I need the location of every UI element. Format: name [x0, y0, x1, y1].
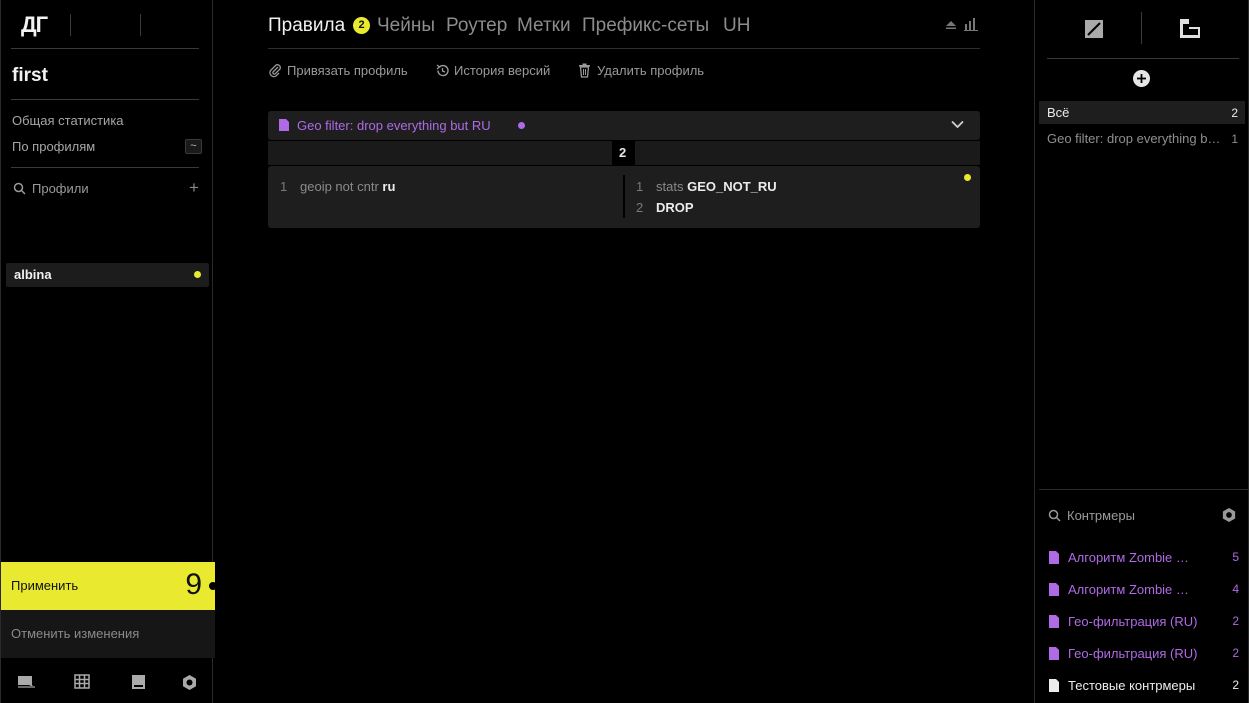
file-icon [1049, 551, 1059, 564]
layers-icon[interactable] [1179, 18, 1201, 39]
line-number: 1 [636, 179, 644, 194]
left-sidebar: ДГ first Общая статистика По профилям ~ … [0, 0, 215, 703]
filter-label: Всё [1047, 105, 1070, 120]
delete-profile-button[interactable]: Удалить профиль [597, 63, 704, 78]
rule-body[interactable]: 1 geoip not cntr ru 1 stats GEO_NOT_RU 2… [268, 166, 980, 228]
divider [11, 167, 199, 168]
divider [11, 99, 199, 100]
editor-icon[interactable] [1085, 20, 1103, 38]
file-icon [1049, 583, 1059, 596]
search-icon [13, 182, 26, 195]
status-dot [518, 122, 525, 129]
countermeasure-item[interactable]: Гео-фильтрация (RU) 2 [1047, 644, 1239, 664]
collapse-up-icon[interactable] [945, 20, 957, 30]
divider [1047, 58, 1239, 59]
filter-count: 1 [1231, 132, 1238, 146]
filter-all[interactable]: Всё 2 [1039, 101, 1245, 124]
settings-icon[interactable] [181, 674, 198, 691]
collapse-handle[interactable] [209, 582, 217, 590]
rule-title: Geo filter: drop everything but RU [297, 118, 491, 133]
file-icon [1049, 679, 1059, 692]
rule-header[interactable]: Geo filter: drop everything but RU [268, 111, 980, 140]
countermeasure-count: 2 [1232, 678, 1239, 692]
add-circle-button[interactable] [1133, 70, 1150, 87]
countermeasure-count: 2 [1232, 646, 1239, 660]
app-logo[interactable]: ДГ [21, 12, 48, 38]
tabs-divider [268, 48, 980, 49]
countermeasure-label: Алгоритм Zombie Ransomware [1068, 550, 1198, 565]
countermeasure-item[interactable]: Алгоритм Zombie Ransomware 4 [1047, 580, 1239, 600]
countermeasure-label: Тестовые контрмеры [1068, 678, 1196, 693]
tab-tags[interactable]: Метки [517, 15, 571, 37]
search-icon [1048, 509, 1061, 522]
cancel-label: Отменить изменения [11, 626, 140, 641]
file-icon [1049, 615, 1059, 628]
countermeasure-label: Алгоритм Zombie Ransomware [1068, 582, 1198, 597]
header-divider [70, 14, 71, 36]
tab-prefix-sets[interactable]: Префикс-сеты [582, 15, 709, 37]
divider [1039, 489, 1249, 490]
divider [11, 48, 199, 49]
history-icon [435, 63, 450, 78]
trash-icon [578, 63, 591, 78]
countermeasure-label: Гео-фильтрация (RU) [1068, 646, 1198, 661]
panel-divider [1141, 12, 1142, 44]
tab-rules[interactable]: Правила [268, 15, 345, 37]
countermeasures-search[interactable]: Контрмеры [1067, 508, 1135, 523]
rule-counter: 2 [619, 145, 627, 160]
rules-count-badge: 2 [353, 17, 370, 34]
countermeasure-count: 2 [1232, 614, 1239, 628]
countermeasure-count: 5 [1232, 550, 1239, 564]
version-history-button[interactable]: История версий [454, 63, 550, 78]
book-icon[interactable] [131, 674, 146, 690]
action-line-1[interactable]: stats GEO_NOT_RU [656, 179, 777, 194]
file-icon [1049, 647, 1059, 660]
hexagon-settings-icon[interactable] [1221, 507, 1237, 523]
attach-profile-button[interactable]: Привязать профиль [287, 63, 408, 78]
profiles-search[interactable]: Профили [32, 181, 89, 196]
status-dot [964, 174, 971, 181]
pending-changes-count: 9 [185, 568, 202, 601]
tab-chains[interactable]: Чейны [377, 15, 435, 37]
menu-general-stats[interactable]: Общая статистика [12, 113, 124, 128]
match-expression[interactable]: geoip not cntr ru [300, 179, 395, 194]
profile-item-albina[interactable]: albina [6, 263, 209, 287]
action-line-2[interactable]: DROP [656, 200, 694, 215]
cancel-changes-button[interactable]: Отменить изменения [1, 610, 215, 658]
column-divider [623, 175, 625, 218]
header-divider [140, 14, 141, 36]
apply-label: Применить [11, 578, 79, 593]
grid-icon[interactable] [74, 674, 90, 689]
filter-count: 2 [1231, 106, 1238, 120]
chart-icon[interactable] [964, 18, 978, 31]
countermeasure-label: Гео-фильтрация (RU) [1068, 614, 1198, 629]
shortcut-badge: ~ [185, 139, 202, 154]
filter-label: Geo filter: drop everything but RU [1047, 131, 1227, 146]
countermeasure-count: 4 [1232, 582, 1239, 596]
file-icon [279, 119, 289, 131]
project-title[interactable]: first [12, 65, 48, 87]
match-strip [268, 141, 612, 165]
countermeasure-item[interactable]: Тестовые контрмеры 2 [1047, 676, 1239, 696]
countermeasure-item[interactable]: Гео-фильтрация (RU) 2 [1047, 612, 1239, 632]
filter-geo[interactable]: Geo filter: drop everything but RU 1 [1039, 127, 1245, 150]
chevron-down-icon[interactable] [951, 120, 964, 129]
tab-router[interactable]: Роутер [446, 15, 507, 37]
apply-button[interactable]: Применить 9 [1, 562, 215, 610]
countermeasure-item[interactable]: Алгоритм Zombie Ransomware 5 [1047, 548, 1239, 568]
add-profile-button[interactable]: + [189, 178, 199, 198]
line-number: 1 [280, 179, 288, 194]
line-number: 2 [636, 200, 644, 215]
tab-uh[interactable]: UH [723, 15, 750, 37]
action-strip [635, 141, 980, 165]
chat-icon[interactable] [17, 674, 36, 690]
profile-name: albina [14, 267, 52, 282]
status-dot [194, 271, 201, 278]
menu-by-profiles[interactable]: По профилям [12, 139, 95, 154]
paperclip-icon [268, 63, 282, 78]
